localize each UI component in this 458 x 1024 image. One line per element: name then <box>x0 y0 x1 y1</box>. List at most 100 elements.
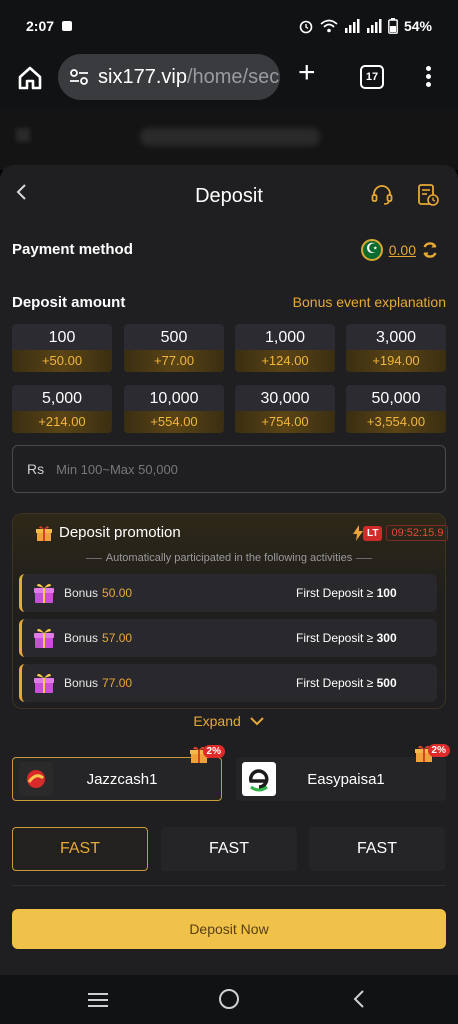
url-path: /home/secu <box>186 65 280 88</box>
amount-value: 3,000 <box>375 329 417 346</box>
channel-option[interactable]: FAST <box>309 827 445 871</box>
bonus-label: Bonus <box>64 586 99 600</box>
channel-option[interactable]: FAST <box>161 827 297 871</box>
deposit-promotion-panel: Deposit promotion LT 09:52:15.9 Automati… <box>12 513 449 709</box>
amount-bonus: +50.00 <box>12 350 112 372</box>
easypaisa-logo-icon <box>242 762 276 796</box>
alarm-icon <box>299 20 313 34</box>
amount-bonus: +214.00 <box>12 411 112 433</box>
payment-option-easypaisa[interactable]: Easypaisa1 2% <box>236 743 450 801</box>
gift-box-icon <box>34 673 54 693</box>
payment-option-name: Jazzcash1 <box>86 770 158 788</box>
payment-bonus-tag: 2% <box>189 744 225 764</box>
amount-option[interactable]: 100 +50.00 <box>12 324 112 372</box>
bonus-item: Bonus 50.00 First Deposit ≥ 100 <box>19 574 437 612</box>
bonus-item: Bonus 57.00 First Deposit ≥ 300 <box>19 619 437 657</box>
gift-icon <box>36 526 52 541</box>
amount-bonus: +554.00 <box>124 411 224 433</box>
deposit-sheet: Deposit Payment method 0.00 Deposit amou… <box>0 165 458 975</box>
bonus-item: Bonus 77.00 First Deposit ≥ 500 <box>19 664 437 702</box>
amount-option[interactable]: 50,000 +3,554.00 <box>346 385 446 433</box>
browser-toolbar: six177.vip/home/secu + 17 <box>0 52 458 110</box>
amount-option[interactable]: 3,000 +194.00 <box>346 324 446 372</box>
balance-value[interactable]: 0.00 <box>389 242 416 258</box>
pakistan-flag-icon <box>360 239 383 261</box>
amount-value: 50,000 <box>371 390 421 407</box>
countdown-timer: 09:52:15.9 <box>386 525 449 541</box>
tab-switcher-button[interactable]: 17 <box>360 65 384 89</box>
amount-bonus: +3,554.00 <box>346 411 446 433</box>
promotion-title: Deposit promotion <box>59 524 181 541</box>
bonus-condition: First Deposit ≥ 500 <box>296 676 397 690</box>
payment-option-name: Easypaisa1 <box>307 770 385 788</box>
payment-option-jazzcash[interactable]: Jazzcash1 2% <box>12 744 225 801</box>
amount-option[interactable]: 5,000 +214.00 <box>12 385 112 433</box>
refresh-icon[interactable] <box>420 240 440 260</box>
amount-value: 100 <box>48 329 76 346</box>
condition-text: First Deposit ≥ <box>296 586 377 600</box>
bonus-condition: First Deposit ≥ 300 <box>296 631 397 645</box>
amount-value: 10,000 <box>149 390 199 407</box>
home-icon[interactable] <box>16 64 44 92</box>
bonus-label: Bonus <box>64 676 99 690</box>
promotion-subtitle: Automatically participated in the follow… <box>13 552 445 564</box>
amount-option[interactable]: 30,000 +754.00 <box>235 385 335 433</box>
payment-bonus-tag: 2% <box>414 743 450 763</box>
amount-value: 1,000 <box>264 329 306 346</box>
condition-text: First Deposit ≥ <box>296 676 377 690</box>
recent-apps-icon[interactable] <box>88 993 108 1011</box>
gift-box-icon <box>34 583 54 603</box>
wifi-icon <box>320 19 338 33</box>
signal-icon-2 <box>366 19 382 33</box>
bonus-percent: 2% <box>427 743 450 757</box>
channel-option[interactable]: FAST <box>12 827 148 871</box>
blurred-back-icon <box>16 128 30 142</box>
new-tab-icon[interactable]: + <box>298 58 316 88</box>
amount-option[interactable]: 10,000 +554.00 <box>124 385 224 433</box>
limited-time-badge: LT <box>363 525 383 541</box>
status-icons: 54% <box>298 18 432 34</box>
url-bar[interactable]: six177.vip/home/secu <box>58 54 280 100</box>
lightning-icon <box>353 525 363 541</box>
more-menu-icon[interactable] <box>426 66 432 90</box>
amount-field[interactable]: Rs <box>12 445 446 493</box>
amount-bonus: +754.00 <box>235 411 335 433</box>
blurred-title <box>140 128 320 146</box>
amount-bonus: +194.00 <box>346 350 446 372</box>
deposit-amount-label: Deposit amount <box>12 294 126 311</box>
url-host: six177.vip <box>98 65 187 88</box>
condition-threshold: 500 <box>376 676 397 690</box>
amount-bonus: +77.00 <box>124 350 224 372</box>
jazzcash-logo-icon <box>19 762 53 796</box>
chevron-down-icon <box>249 717 264 726</box>
system-back-icon[interactable] <box>352 989 366 1009</box>
bonus-explanation-link[interactable]: Bonus event explanation <box>293 294 446 310</box>
status-time: 2:07 <box>26 18 55 34</box>
condition-text: First Deposit ≥ <box>296 631 377 645</box>
deposit-record-icon[interactable] <box>416 183 440 207</box>
payment-method-label: Payment method <box>12 241 133 258</box>
condition-threshold: 300 <box>376 631 397 645</box>
site-settings-icon[interactable] <box>68 66 90 88</box>
background-page <box>0 110 458 170</box>
customer-support-icon[interactable] <box>370 183 394 207</box>
bonus-label: Bonus <box>64 631 99 645</box>
system-nav-bar <box>0 975 458 1024</box>
amount-option[interactable]: 500 +77.00 <box>124 324 224 372</box>
tab-count: 17 <box>365 71 379 83</box>
amount-value: 5,000 <box>41 390 83 407</box>
amount-input[interactable] <box>56 461 397 477</box>
home-button-icon[interactable] <box>219 989 239 1009</box>
signal-icon <box>344 19 360 33</box>
amount-value: 30,000 <box>260 390 310 407</box>
amount-value: 500 <box>160 329 188 346</box>
divider <box>12 885 446 886</box>
amount-option[interactable]: 1,000 +124.00 <box>235 324 335 372</box>
notification-icon <box>62 21 73 31</box>
gift-box-icon <box>34 628 54 648</box>
expand-button[interactable]: Expand <box>0 713 458 729</box>
battery-level: 54% <box>403 18 432 34</box>
currency-label: Rs <box>27 461 45 477</box>
bonus-condition: First Deposit ≥ 100 <box>296 586 397 600</box>
deposit-now-button[interactable]: Deposit Now <box>12 909 446 949</box>
